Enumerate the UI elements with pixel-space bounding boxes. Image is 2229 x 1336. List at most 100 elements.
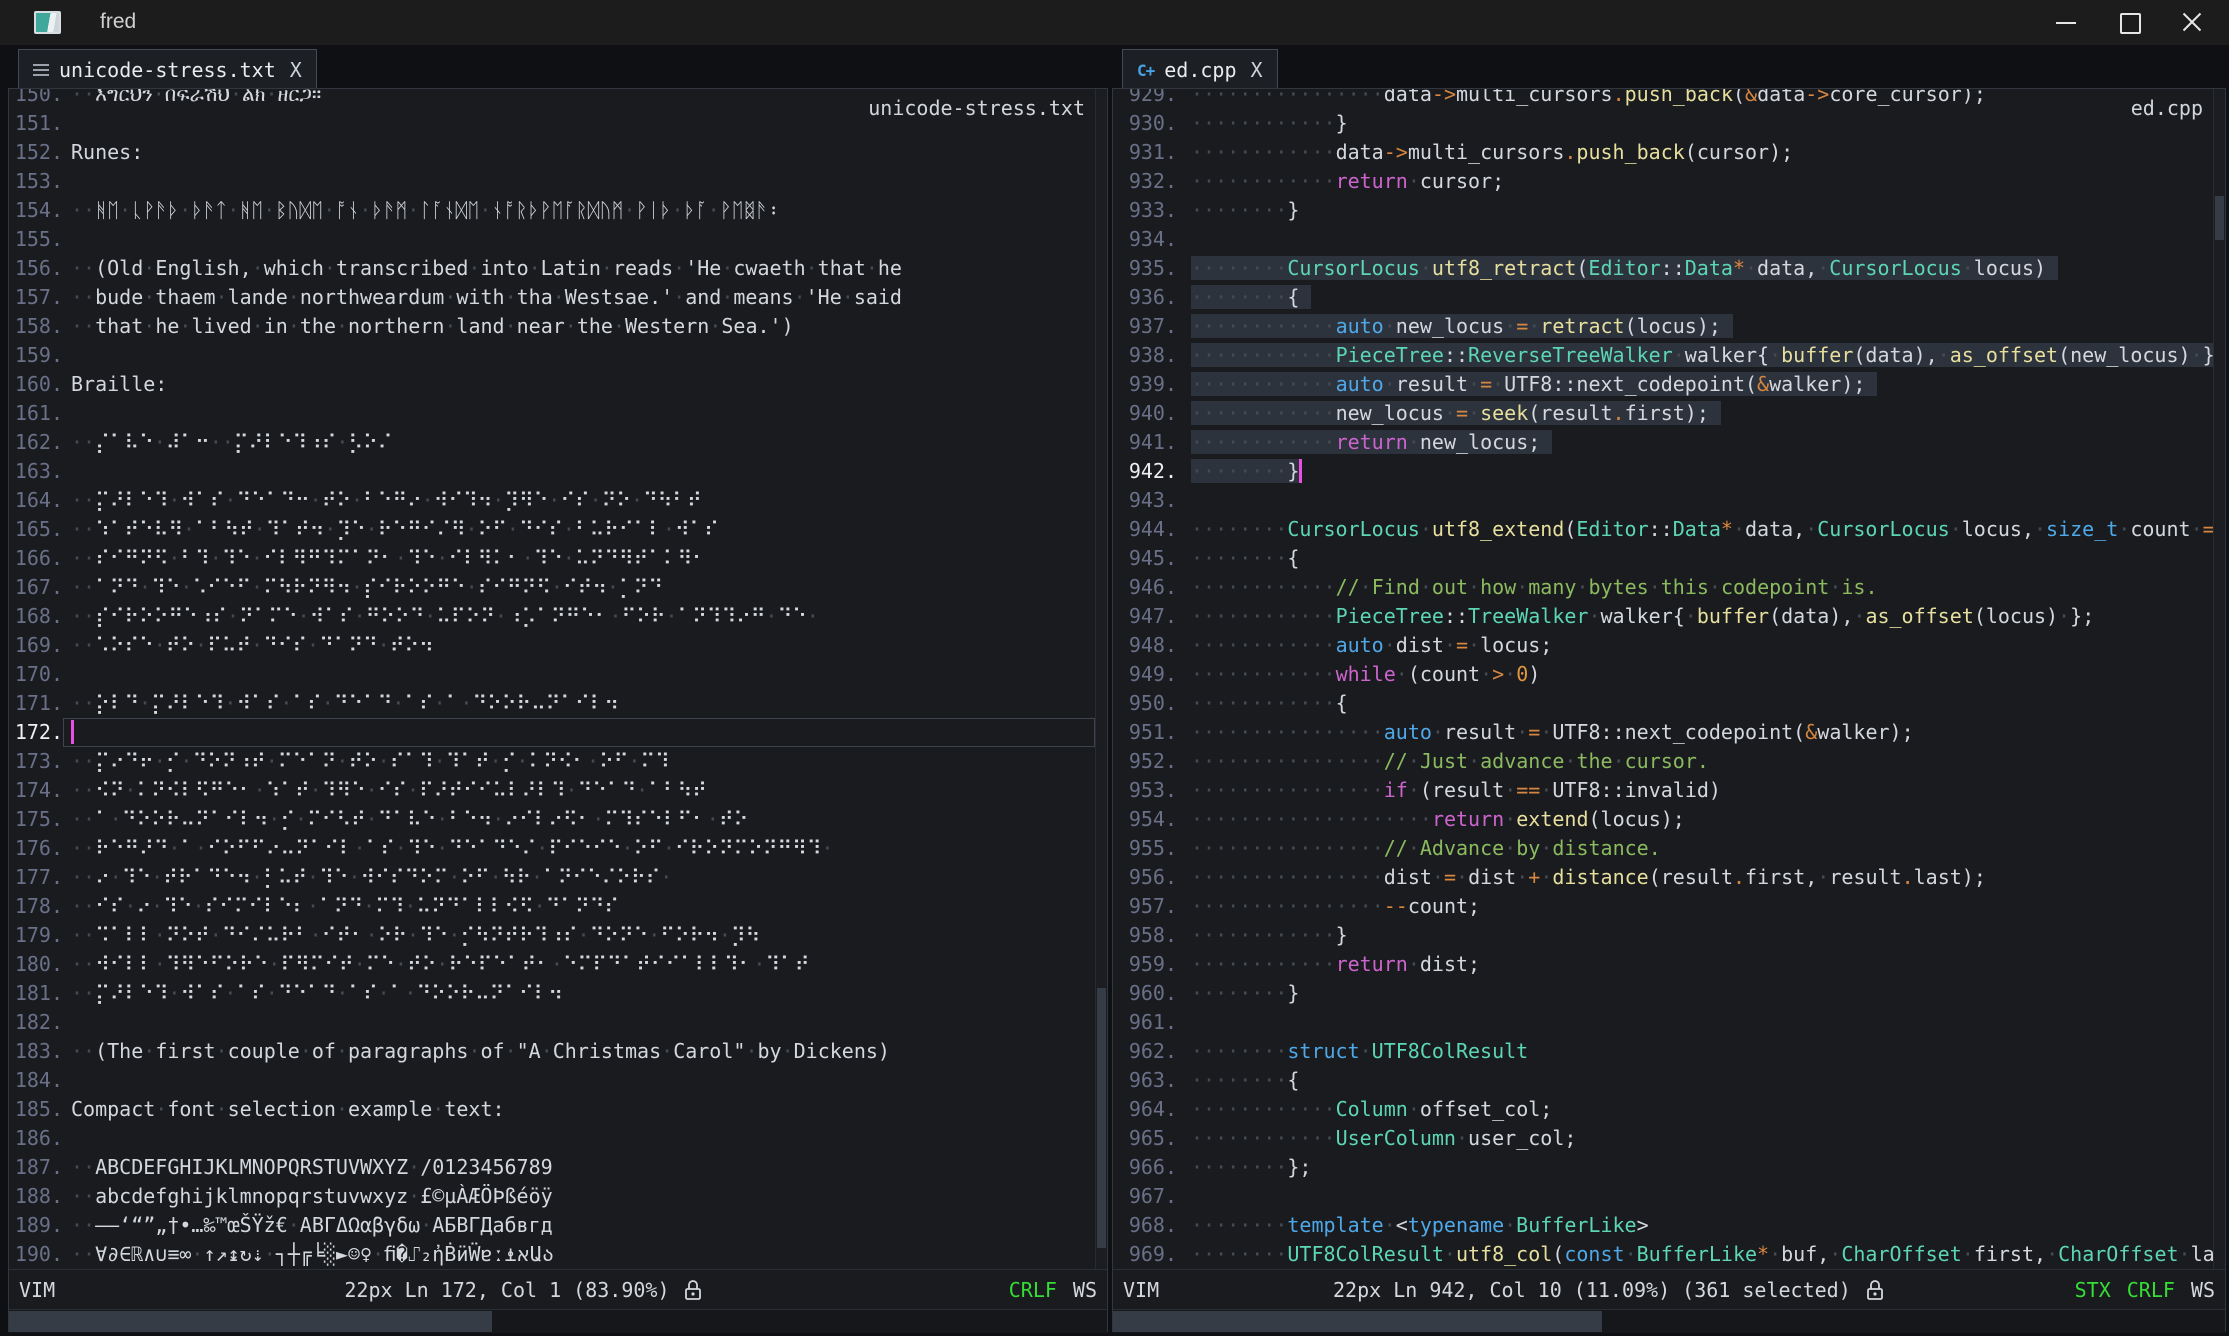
- code-line[interactable]: 937.············auto·new_locus·=·retract…: [1113, 312, 2213, 341]
- vertical-scrollbar-thumb[interactable]: [2215, 196, 2224, 240]
- code-line[interactable]: 948.············auto·dist·=·locus;: [1113, 631, 2213, 660]
- code-line[interactable]: 158.··that·he·lived·in·the·northern·land…: [9, 312, 1095, 341]
- code-line[interactable]: 964.············Column·offset_col;: [1113, 1095, 2213, 1124]
- code-line[interactable]: 956.················dist·=·dist·+·distan…: [1113, 863, 2213, 892]
- code-line[interactable]: 957.················--count;: [1113, 892, 2213, 921]
- code-line[interactable]: 177.··⠔·⠹⠑·⠞⠗⠁⠙⠑⠲·⡃⠥⠞·⠹⠑·⠺⠊⠎⠙⠕⠍·⠕⠋·⠳⠗·⠁⠝…: [9, 863, 1095, 892]
- code-line[interactable]: 944.········CursorLocus·utf8_extend(Edit…: [1113, 515, 2213, 544]
- text-file-icon: [33, 64, 49, 76]
- code-line[interactable]: 938.············PieceTree::ReverseTreeWa…: [1113, 341, 2213, 370]
- code-line[interactable]: 940.············new_locus·=·seek(result.…: [1113, 399, 2213, 428]
- lock-icon[interactable]: [1865, 1278, 1885, 1302]
- code-line[interactable]: 182.: [9, 1008, 1095, 1037]
- code-line[interactable]: 962.········struct·UTF8ColResult: [1113, 1037, 2213, 1066]
- code-line[interactable]: 164.··⡍⠜⠇⠑⠹·⠺⠁⠎·⠙⠑⠁⠙⠒·⠞⠕·⠃⠑⠛⠔·⠺⠊⠹⠲·⡹⠻⠑·⠊…: [9, 486, 1095, 515]
- vertical-scrollbar-thumb[interactable]: [1097, 988, 1106, 1248]
- code-line[interactable]: 954.····················return·extend(lo…: [1113, 805, 2213, 834]
- tab-ed-cpp[interactable]: C+ ed.cpp X: [1122, 49, 1278, 90]
- horizontal-scrollbar-thumb[interactable]: [1113, 1311, 1602, 1332]
- code-line[interactable]: 174.··⠪⠝·⠅⠝⠪⠇⠫⠛⠑⠂·⠱⠁⠞·⠹⠻⠑·⠊⠎·⠏⠜⠞⠊⠊⠥⠇⠜⠇⠹·…: [9, 776, 1095, 805]
- code-line[interactable]: 162.··⡌⠁⠧⠑·⠼⠁⠒··⡍⠜⠇⠑⠹⠰⠎·⡣⠕⠌: [9, 428, 1095, 457]
- code-line[interactable]: 171.··⡕⠇⠙·⡍⠜⠇⠑⠹·⠺⠁⠎·⠁⠎·⠙⠑⠁⠙·⠁⠎·⠁·⠙⠕⠕⠗⠤⠝⠁…: [9, 689, 1095, 718]
- code-line[interactable]: 933.········}: [1113, 196, 2213, 225]
- code-line[interactable]: 187.··ABCDEFGHIJKLMNOPQRSTUVWXYZ·/012345…: [9, 1153, 1095, 1182]
- code-line[interactable]: 960.········}: [1113, 979, 2213, 1008]
- code-line[interactable]: 172.: [9, 718, 1095, 747]
- code-line[interactable]: 152.Runes:: [9, 138, 1095, 167]
- horizontal-scrollbar[interactable]: [1113, 1309, 2225, 1333]
- code-line[interactable]: 169.··⠡⠕⠎⠑·⠞⠕·⠏⠥⠞·⠙⠊⠎·⠙⠁⠝⠙·⠞⠕⠲: [9, 631, 1095, 660]
- code-line[interactable]: 934.: [1113, 225, 2213, 254]
- tab-unicode-stress[interactable]: unicode-stress.txt X: [18, 49, 317, 90]
- horizontal-scrollbar[interactable]: [9, 1309, 1107, 1333]
- code-line[interactable]: 966.········};: [1113, 1153, 2213, 1182]
- code-line[interactable]: 942.········}: [1113, 457, 2213, 486]
- code-line[interactable]: 159.: [9, 341, 1095, 370]
- code-line[interactable]: 952.················//·Just·advance·the·…: [1113, 747, 2213, 776]
- code-line[interactable]: 946.············//·Find·out·how·many·byt…: [1113, 573, 2213, 602]
- code-line[interactable]: 170.: [9, 660, 1095, 689]
- code-line[interactable]: 168.··⡎⠊⠗⠕⠕⠛⠑⠰⠎·⠝⠁⠍⠑·⠺⠁⠎·⠛⠕⠕⠙·⠥⠏⠕⠝·⠰⡡⠁⠝⠛…: [9, 602, 1095, 631]
- code-line[interactable]: 190.··∀∂∈ℝ∧∪≡∞·↑↗↨↻⇣·┐┼╔╘░►☺♀·ﬁ�⑀₂ἠḂӥẄɐː…: [9, 1240, 1095, 1269]
- tab-close-button[interactable]: X: [1251, 58, 1263, 82]
- code-line[interactable]: 968.········template·<typename·BufferLik…: [1113, 1211, 2213, 1240]
- code-line[interactable]: 958.············}: [1113, 921, 2213, 950]
- code-line[interactable]: 181.··⡍⠜⠇⠑⠹·⠺⠁⠎·⠁⠎·⠙⠑⠁⠙·⠁⠎·⠁·⠙⠕⠕⠗⠤⠝⠁⠊⠇⠲: [9, 979, 1095, 1008]
- vertical-scrollbar[interactable]: [2213, 89, 2225, 1269]
- code-line[interactable]: 154.··ᚻᛖ·ᚳᚹᚫᚦ·ᚦᚫᛏ·ᚻᛖ·ᛒᚢᛞᛖ·ᚩᚾ·ᚦᚫᛗ·ᛚᚪᚾᛞᛖ·ᚾ…: [9, 196, 1095, 225]
- editor-viewport[interactable]: 150.··እግርህን·በፍራሽህ·ልክ·ዘርጋ።151.152.Runes:1…: [9, 89, 1107, 1269]
- code-line[interactable]: 166.··⠎⠊⠛⠝⠫·⠃⠹·⠹⠑·⠊⠇⠻⠛⠹⠍⠁⠝⠂·⠹⠑·⠊⠇⠻⠅⠂·⠹⠑·…: [9, 544, 1095, 573]
- code-line[interactable]: 969.········UTF8ColResult·utf8_col(const…: [1113, 1240, 2213, 1269]
- code-line[interactable]: 939.············auto·result·=·UTF8::next…: [1113, 370, 2213, 399]
- code-line[interactable]: 951.················auto·result·=·UTF8::…: [1113, 718, 2213, 747]
- code-line[interactable]: 173.··⡍⠔⠙⠖·⡊·⠙⠕⠝⠰⠞·⠍⠑⠁⠝·⠞⠕·⠎⠁⠹·⠹⠁⠞·⡊·⠅⠝⠪…: [9, 747, 1095, 776]
- code-line[interactable]: 167.··⠁⠝⠙·⠹⠑·⠡⠊⠑⠋·⠍⠳⠗⠝⠻⠲·⡎⠊⠗⠕⠕⠛⠑·⠎⠊⠛⠝⠫·⠊…: [9, 573, 1095, 602]
- code-line[interactable]: 929.················data->multi_cursors.…: [1113, 89, 2213, 109]
- vertical-scrollbar[interactable]: [1095, 89, 1107, 1269]
- code-line[interactable]: 153.: [9, 167, 1095, 196]
- code-line[interactable]: 178.··⠊⠎·⠔·⠹⠑·⠎⠊⠍⠊⠇⠑⠆·⠁⠝⠙·⠍⠹·⠥⠝⠙⠁⠇⠇⠪⠫·⠙⠁…: [9, 892, 1095, 921]
- code-line[interactable]: 931.············data->multi_cursors.push…: [1113, 138, 2213, 167]
- code-line[interactable]: 155.: [9, 225, 1095, 254]
- code-line[interactable]: 180.··⠺⠊⠇⠇·⠹⠻⠑⠋⠕⠗⠑·⠏⠻⠍⠊⠞·⠍⠑·⠞⠕·⠗⠑⠏⠑⠁⠞⠂·⠑…: [9, 950, 1095, 979]
- code-line[interactable]: 179.··⠩⠁⠇⠇·⠝⠕⠞·⠙⠊⠌⠥⠗⠃·⠊⠞⠂·⠕⠗·⠹⠑·⡊⠳⠝⠞⠗⠹⠰⠎…: [9, 921, 1095, 950]
- code-line[interactable]: 943.: [1113, 486, 2213, 515]
- code-line[interactable]: 955.················//·Advance·by·distan…: [1113, 834, 2213, 863]
- code-line[interactable]: 961.: [1113, 1008, 2213, 1037]
- code-line[interactable]: 176.··⠗⠑⠛⠜⠙·⠁·⠊⠕⠋⠋⠔⠤⠝⠁⠊⠇·⠁⠎·⠹⠑·⠙⠑⠁⠙⠑⠌·⠏⠊…: [9, 834, 1095, 863]
- code-line[interactable]: 161.: [9, 399, 1095, 428]
- code-line[interactable]: 935.········CursorLocus·utf8_retract(Edi…: [1113, 254, 2213, 283]
- code-line[interactable]: 965.············UserColumn·user_col;: [1113, 1124, 2213, 1153]
- code-line[interactable]: 185.Compact·font·selection·example·text:: [9, 1095, 1095, 1124]
- lock-icon[interactable]: [683, 1278, 703, 1302]
- code-line[interactable]: 963.········{: [1113, 1066, 2213, 1095]
- code-line[interactable]: 949.············while·(count·>·0): [1113, 660, 2213, 689]
- code-line[interactable]: 945.········{: [1113, 544, 2213, 573]
- code-line[interactable]: 930.············}: [1113, 109, 2213, 138]
- code-line[interactable]: 947.············PieceTree::TreeWalker·wa…: [1113, 602, 2213, 631]
- horizontal-scrollbar-thumb[interactable]: [9, 1311, 492, 1332]
- code-line[interactable]: 175.··⠁·⠙⠕⠕⠗⠤⠝⠁⠊⠇⠲·⡊·⠍⠊⠣⠞·⠙⠁⠧⠑·⠃⠑⠲·⠔⠊⠇⠔⠫…: [9, 805, 1095, 834]
- code-line[interactable]: 189.··–—‘“”„†•…‰™œŠŸž€·ΑΒΓΔΩαβγδω·АБВГДа…: [9, 1211, 1095, 1240]
- close-button[interactable]: [2160, 0, 2222, 45]
- code-line[interactable]: 163.: [9, 457, 1095, 486]
- code-line[interactable]: 950.············{: [1113, 689, 2213, 718]
- code-line[interactable]: 184.: [9, 1066, 1095, 1095]
- code-line[interactable]: 967.: [1113, 1182, 2213, 1211]
- tab-close-button[interactable]: X: [290, 58, 302, 82]
- code-line[interactable]: 157.··bude·thaem·lande·northweardum·with…: [9, 283, 1095, 312]
- code-line[interactable]: 160.Braille:: [9, 370, 1095, 399]
- code-line[interactable]: 936.········{: [1113, 283, 2213, 312]
- minimize-button[interactable]: [2034, 0, 2096, 45]
- code-line[interactable]: 186.: [9, 1124, 1095, 1153]
- code-line[interactable]: 953.················if·(result·==·UTF8::…: [1113, 776, 2213, 805]
- code-line[interactable]: 959.············return·dist;: [1113, 950, 2213, 979]
- code-line[interactable]: 932.············return·cursor;: [1113, 167, 2213, 196]
- code-line[interactable]: 165.··⠱⠁⠞⠑⠧⠻·⠁⠃⠳⠞·⠹⠁⠞⠲·⡹⠑·⠗⠑⠛⠊⠌⠻·⠕⠋·⠙⠊⠎·…: [9, 515, 1095, 544]
- maximize-button[interactable]: [2098, 0, 2160, 45]
- code-line[interactable]: 183.··(The·first·couple·of·paragraphs·of…: [9, 1037, 1095, 1066]
- code-line[interactable]: 188.··abcdefghijklmnopqrstuvwxyz·£©µÀÆÖÞ…: [9, 1182, 1095, 1211]
- code-line[interactable]: 156.··(Old·English,·which·transcribed·in…: [9, 254, 1095, 283]
- code-line[interactable]: 941.············return·new_locus;: [1113, 428, 2213, 457]
- editor-viewport[interactable]: 929.················data->multi_cursors.…: [1113, 89, 2225, 1269]
